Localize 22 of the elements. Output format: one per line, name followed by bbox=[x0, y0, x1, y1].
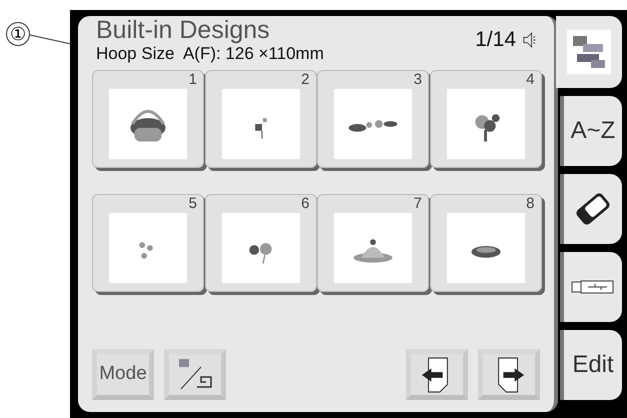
design-button[interactable]: 6 bbox=[204, 194, 316, 292]
side-tab[interactable] bbox=[560, 174, 622, 244]
leader-line bbox=[30, 34, 71, 46]
design-button[interactable]: 2 bbox=[204, 70, 316, 168]
speaker-icon bbox=[522, 30, 536, 49]
callout-number: ① bbox=[6, 22, 30, 46]
embroidery-icon bbox=[567, 30, 611, 74]
mode-button[interactable]: Mode bbox=[92, 349, 154, 400]
next-page-button[interactable] bbox=[478, 349, 540, 400]
side-tab[interactable] bbox=[560, 252, 622, 322]
design-button[interactable]: 3 bbox=[317, 70, 429, 168]
screen-title: Built-in Designs bbox=[96, 16, 271, 44]
toggle-view-button[interactable] bbox=[164, 349, 226, 400]
previous-page-button[interactable] bbox=[406, 349, 468, 400]
design-button[interactable]: 7 bbox=[317, 194, 429, 292]
design-button[interactable]: 5 bbox=[92, 194, 204, 292]
usb-stick-icon bbox=[571, 279, 615, 295]
side-tab[interactable]: A~Z bbox=[560, 96, 622, 166]
side-tab[interactable]: Edit bbox=[560, 330, 622, 400]
page-counter: 1/14 bbox=[475, 27, 516, 53]
design-button[interactable]: 1 bbox=[92, 70, 204, 168]
hoop-size-label: Hoop Size A(F): 126 ×110mm bbox=[96, 44, 324, 64]
